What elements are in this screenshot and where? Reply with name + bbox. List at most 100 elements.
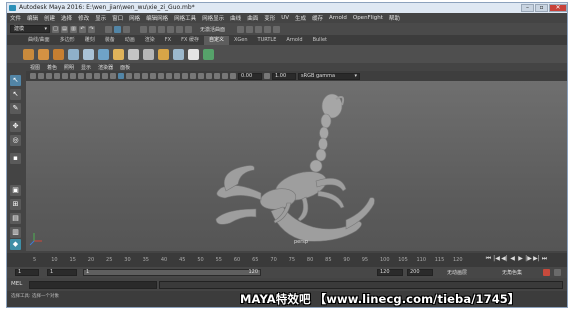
separate-icon[interactable]: [113, 48, 124, 60]
snap-live-icon[interactable]: [176, 25, 183, 33]
menu-display[interactable]: 显示: [95, 14, 106, 22]
lasso-tool-icon[interactable]: ↖: [10, 89, 21, 100]
smooth-shade-icon[interactable]: [118, 73, 124, 79]
range-slider[interactable]: 1 120: [83, 269, 261, 276]
gate-mask-icon[interactable]: [78, 73, 84, 79]
menu-mesh-display[interactable]: 网格显示: [202, 14, 224, 22]
step-back-frame-icon[interactable]: ◀|: [501, 255, 508, 263]
save-scene-icon[interactable]: ▥: [70, 25, 77, 33]
extrude-icon[interactable]: [128, 48, 139, 60]
menu-arnold[interactable]: Arnold: [329, 15, 347, 21]
snap-point-icon[interactable]: [158, 25, 165, 33]
bridge-icon[interactable]: [158, 48, 169, 60]
shelf-tab-bullet[interactable]: Bullet: [308, 36, 332, 45]
poly-plane-icon[interactable]: [68, 48, 79, 60]
menu-select[interactable]: 选择: [61, 14, 72, 22]
time-slider[interactable]: 5 10 15 20 25 30 35 40 45 50 55 60 65 70 75 80 85 90 95 100…: [7, 253, 567, 267]
outliner-layout-icon[interactable]: ▤: [10, 213, 21, 224]
field-chart-icon[interactable]: [86, 73, 92, 79]
panel-menu-shading[interactable]: 着色: [47, 64, 57, 71]
gamma-field[interactable]: 1.00: [272, 72, 296, 80]
minimize-button[interactable]: –: [521, 4, 534, 12]
character-set-dropdown[interactable]: 无角色集: [502, 269, 522, 276]
color-space-dropdown[interactable]: sRGB gamma: [298, 72, 360, 80]
history-icon[interactable]: [185, 25, 192, 33]
shelf-tab-arnold[interactable]: Arnold: [281, 36, 307, 45]
grid-icon[interactable]: [54, 73, 60, 79]
panel-menu-view[interactable]: 视图: [30, 64, 40, 71]
menu-create[interactable]: 创建: [44, 14, 55, 22]
step-back-key-icon[interactable]: |◀: [493, 255, 500, 263]
exposure-field[interactable]: 0.00: [238, 72, 262, 80]
menu-cache[interactable]: 缓存: [312, 14, 323, 22]
motion-blur-icon[interactable]: [174, 73, 180, 79]
play-backward-icon[interactable]: ◀: [509, 255, 516, 263]
end-time-field[interactable]: 200: [407, 269, 433, 276]
poly-sphere-icon[interactable]: [53, 48, 64, 60]
hypershade-layout-icon[interactable]: ◆: [10, 239, 21, 250]
render-icon[interactable]: [246, 25, 254, 33]
shelf-tab-custom[interactable]: 自定义: [203, 35, 229, 45]
panel-menu-renderer[interactable]: 渲染器: [98, 64, 113, 71]
shelf-tab-rigging[interactable]: 装备: [100, 36, 120, 45]
single-view-icon[interactable]: ▣: [10, 185, 21, 196]
anim-layer-dropdown[interactable]: 无动画层: [447, 269, 467, 276]
open-scene-icon[interactable]: ▤: [61, 25, 68, 33]
shelf-tab-animation[interactable]: 动画: [120, 36, 140, 45]
poly-cube-icon[interactable]: [23, 48, 34, 60]
paint-select-icon[interactable]: ✎: [10, 103, 21, 114]
film-gate-icon[interactable]: [62, 73, 68, 79]
image-plane-icon[interactable]: [46, 73, 52, 79]
shelf-tab-fx[interactable]: FX: [160, 36, 176, 45]
scale-tool-icon[interactable]: ▪: [10, 153, 21, 164]
safe-title-icon[interactable]: [102, 73, 108, 79]
step-forward-frame-icon[interactable]: |▶: [525, 255, 532, 263]
menu-deform[interactable]: 变形: [264, 14, 275, 22]
close-button[interactable]: ✕: [549, 4, 567, 12]
render-settings-icon[interactable]: [264, 25, 272, 33]
new-scene-icon[interactable]: □: [52, 25, 59, 33]
select-component-icon[interactable]: [123, 25, 130, 33]
menu-help[interactable]: 帮助: [389, 14, 400, 22]
shelf-tab-turtle[interactable]: TURTLE: [253, 36, 282, 45]
shelf-tab-xgen[interactable]: XGen: [229, 36, 253, 45]
menu-windows[interactable]: 窗口: [112, 14, 123, 22]
cmd-language-label[interactable]: MEL: [11, 281, 22, 287]
menu-file[interactable]: 文件: [10, 14, 21, 22]
menu-edit[interactable]: 编辑: [27, 14, 38, 22]
menu-mesh[interactable]: 网格: [129, 14, 140, 22]
shelf-tab-polygons[interactable]: 多边形: [55, 36, 80, 45]
rotate-tool-icon[interactable]: ◎: [10, 135, 21, 146]
poly-cylinder-icon[interactable]: [38, 48, 49, 60]
xray-components-icon[interactable]: [222, 73, 228, 79]
undo-icon[interactable]: ↶: [79, 25, 86, 33]
maximize-button[interactable]: ▫: [535, 4, 548, 12]
resolution-gate-icon[interactable]: [70, 73, 76, 79]
snap-curve-icon[interactable]: [149, 25, 156, 33]
go-to-end-icon[interactable]: ⏭: [541, 255, 548, 263]
use-all-lights-icon[interactable]: [150, 73, 156, 79]
multi-cut-icon[interactable]: [188, 48, 199, 60]
wireframe-icon[interactable]: [110, 73, 116, 79]
insert-edge-loop-icon[interactable]: [173, 48, 184, 60]
bevel-icon[interactable]: [143, 48, 154, 60]
ipr-render-icon[interactable]: [255, 25, 263, 33]
playback-end-field[interactable]: 120: [377, 269, 403, 276]
bookmark-icon[interactable]: [38, 73, 44, 79]
menuset-dropdown[interactable]: 建模: [10, 25, 50, 33]
textured-icon[interactable]: [142, 73, 148, 79]
command-input[interactable]: [29, 281, 157, 289]
wireframe-on-shaded-icon[interactable]: [134, 73, 140, 79]
xray-joints-icon[interactable]: [214, 73, 220, 79]
isolate-select-icon[interactable]: [198, 73, 204, 79]
perspective-viewport[interactable]: persp: [26, 81, 567, 251]
playback-start-field[interactable]: 1: [47, 269, 77, 276]
menu-uv[interactable]: UV: [281, 15, 289, 21]
menu-generate[interactable]: 生成: [295, 14, 306, 22]
menu-mesh-tools[interactable]: 网格工具: [174, 14, 196, 22]
multisample-aa-icon[interactable]: [182, 73, 188, 79]
hypershade-icon[interactable]: [273, 25, 281, 33]
menu-curves[interactable]: 曲线: [230, 14, 241, 22]
combine-icon[interactable]: [98, 48, 109, 60]
move-tool-icon[interactable]: ✥: [10, 121, 21, 132]
